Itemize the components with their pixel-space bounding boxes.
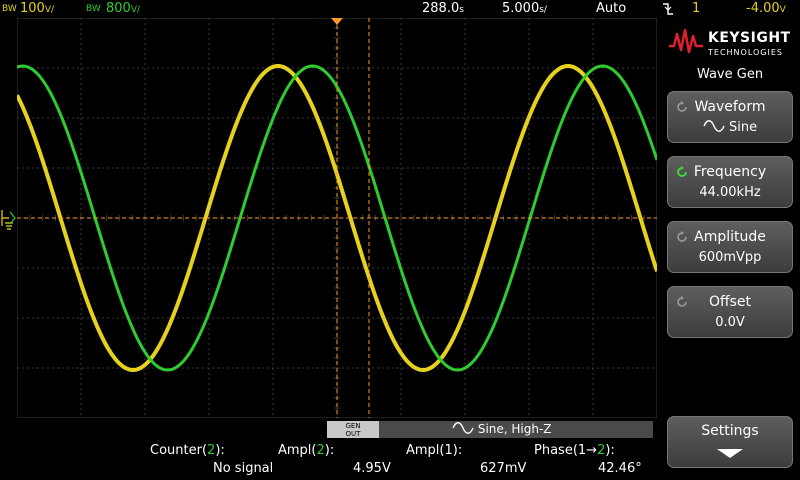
softkey-label: Settings bbox=[701, 423, 759, 439]
ampl2-label: Ampl(2): bbox=[278, 443, 335, 458]
keysight-logo: KEYSIGHT TECHNOLOGIES bbox=[668, 24, 794, 58]
ampl1-value: 627mV bbox=[480, 461, 527, 476]
ampl2-value: 4.95V bbox=[353, 461, 391, 476]
counter-label: Counter(2): bbox=[150, 443, 225, 458]
down-arrow-icon bbox=[717, 449, 743, 458]
timebase-scale[interactable]: 5.000s/ bbox=[502, 1, 547, 16]
softkey-label: Offset bbox=[708, 294, 752, 310]
softkey-settings[interactable]: Settings bbox=[667, 416, 793, 468]
gen-out-badge: GEN OUT bbox=[327, 421, 379, 438]
ch1-bw-limit-badge: BW bbox=[2, 4, 17, 14]
softkey-label: Waveform bbox=[694, 99, 766, 115]
trigger-level: -4.00V bbox=[746, 1, 786, 16]
phase-value: 42.46° bbox=[598, 461, 642, 476]
sine-wave-icon bbox=[703, 120, 725, 132]
softkey-amplitude[interactable]: Amplitude 600mVpp bbox=[667, 221, 793, 273]
keysight-wave-icon bbox=[669, 28, 703, 54]
menu-title: Wave Gen bbox=[696, 67, 764, 82]
ch1-scale[interactable]: 100V/ bbox=[20, 1, 54, 16]
measurement-bar: Counter(2): No signal Ampl(2): 4.95V Amp… bbox=[0, 440, 660, 480]
waveform-display[interactable] bbox=[17, 18, 657, 418]
softkey-frequency[interactable]: Frequency 44.00kHz bbox=[667, 156, 793, 208]
horizontal-delay[interactable]: 288.0s bbox=[422, 1, 464, 16]
ampl1-label: Ampl(1): bbox=[406, 443, 463, 458]
softkey-value: 44.00kHz bbox=[699, 185, 761, 200]
counter-value: No signal bbox=[213, 461, 274, 476]
status-bar: BW 100V/ BW 800V/ 288.0s 5.000s/ Auto bbox=[0, 0, 660, 18]
wavegen-info: Sine, High-Z bbox=[452, 422, 552, 436]
sine-wave-icon bbox=[452, 422, 474, 434]
brand-sub: TECHNOLOGIES bbox=[708, 48, 783, 57]
wavegen-status-bar: GEN OUT Sine, High-Z bbox=[327, 421, 653, 438]
softkey-offset[interactable]: Offset 0.0V bbox=[667, 286, 793, 338]
softkey-value: Sine bbox=[668, 120, 792, 135]
trigger-status[interactable]: 1 -4.00V bbox=[660, 0, 800, 18]
softkey-label: Frequency bbox=[693, 164, 767, 180]
trigger-source: 1 bbox=[692, 1, 701, 16]
trigger-mode[interactable]: Auto bbox=[596, 1, 626, 16]
softkey-value: 0.0V bbox=[715, 315, 745, 330]
ch2-bw-limit-badge: BW bbox=[86, 4, 101, 14]
phase-label: Phase(1→2): bbox=[534, 443, 615, 458]
ground-marker-icon[interactable] bbox=[0, 206, 16, 236]
ch2-scale[interactable]: 800V/ bbox=[106, 1, 140, 16]
softkey-value: 600mVpp bbox=[698, 250, 762, 265]
softkey-waveform[interactable]: Waveform Sine bbox=[667, 91, 793, 143]
softkey-panel: KEYSIGHT TECHNOLOGIES Wave Gen Waveform … bbox=[660, 18, 800, 480]
softkey-label: Amplitude bbox=[694, 229, 766, 245]
trigger-marker-icon bbox=[331, 18, 343, 25]
brand-name: KEYSIGHT bbox=[708, 30, 791, 46]
